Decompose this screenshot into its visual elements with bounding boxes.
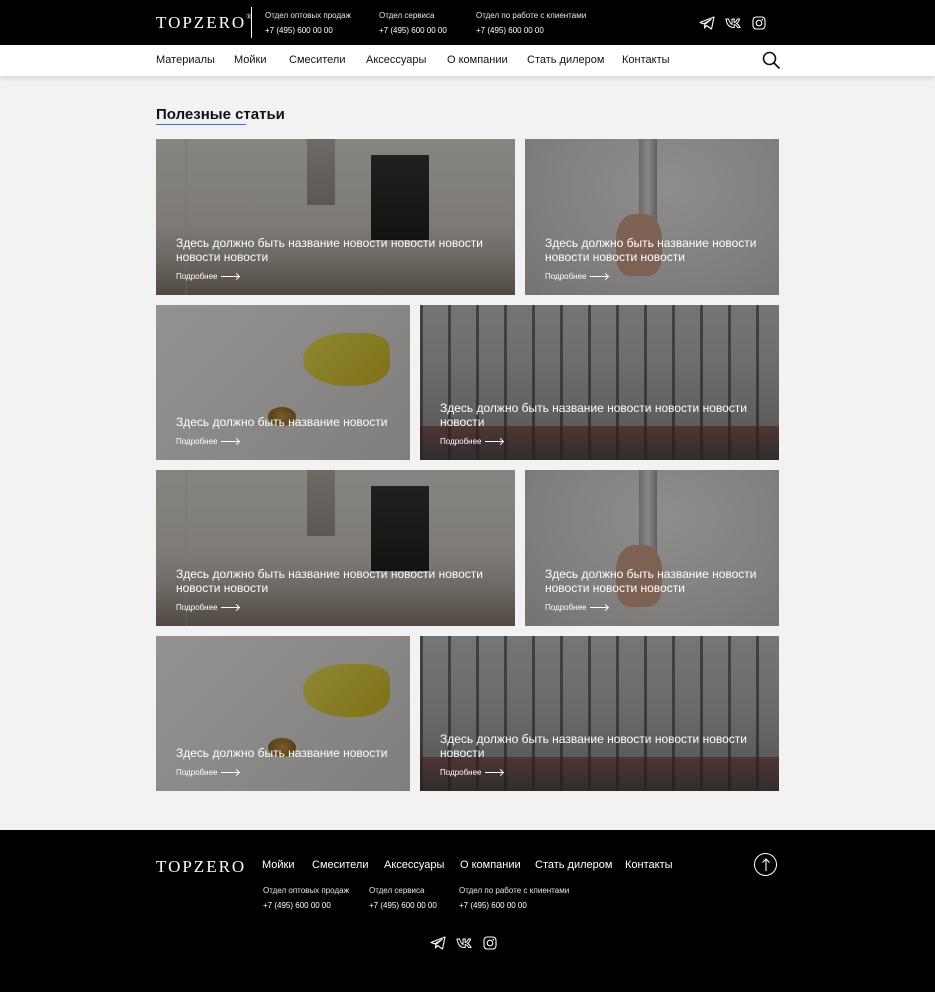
arrow-right-icon <box>220 276 239 278</box>
article-card[interactable]: Здесь должно быть название новости новос… <box>156 139 515 295</box>
footer-nav-sinks[interactable]: Мойки <box>262 859 295 871</box>
footer-contact-wholesale: Отдел оптовых продаж +7 (495) 600 00 00 <box>263 886 349 910</box>
instagram-icon[interactable] <box>482 935 498 951</box>
header-divider <box>251 7 252 38</box>
instagram-icon[interactable] <box>751 15 767 31</box>
contact-label: Отдел по работе с клиентами <box>459 886 570 895</box>
footer-nav-accessories[interactable]: Аксессуары <box>384 859 444 871</box>
title-underline <box>156 124 246 125</box>
footer-contact-service: Отдел сервиса +7 (495) 600 00 00 <box>369 886 437 910</box>
vk-icon[interactable] <box>456 935 472 951</box>
article-card[interactable]: Здесь должно быть название новости новос… <box>525 470 779 626</box>
article-title: Здесь должно быть название новости новос… <box>176 567 483 595</box>
nav-item-materials[interactable]: Материалы <box>156 54 215 66</box>
contact-label: Отдел оптовых продаж <box>265 11 351 20</box>
article-card[interactable]: Здесь должно быть название новости новос… <box>420 305 779 460</box>
arrow-right-icon <box>220 607 239 609</box>
contact-label: Отдел по работе с клиентами <box>476 11 587 20</box>
footer-logo[interactable]: TOPZERO <box>156 857 246 877</box>
contact-label: Отдел оптовых продаж <box>263 886 349 895</box>
article-title: Здесь должно быть название новости новос… <box>176 236 483 264</box>
contact-phone[interactable]: +7 (495) 600 00 00 <box>369 901 437 910</box>
read-more-link[interactable]: Подробнее <box>176 437 239 446</box>
article-title: Здесь должно быть название новости <box>176 746 388 760</box>
article-title: Здесь должно быть название новости <box>176 415 388 429</box>
header-social-links <box>699 15 767 31</box>
top-bar: TOPZERO® Отдел оптовых продаж +7 (495) 6… <box>0 0 935 45</box>
footer-social-links <box>430 935 498 951</box>
arrow-right-icon <box>589 276 608 278</box>
arrow-right-icon <box>589 607 608 609</box>
arrow-up-icon <box>762 858 770 871</box>
header-logo[interactable]: TOPZERO® <box>156 13 252 33</box>
nav-item-about[interactable]: О компании <box>447 54 508 66</box>
article-title: Здесь должно быть название новости новос… <box>440 732 747 760</box>
footer-nav-about[interactable]: О компании <box>460 859 521 871</box>
footer-nav-faucets[interactable]: Смесители <box>312 859 369 871</box>
arrow-right-icon <box>484 441 503 443</box>
footer: TOPZERO Мойки Смесители Аксессуары О ком… <box>0 830 935 992</box>
search-icon[interactable] <box>762 51 780 69</box>
read-more-link[interactable]: Подробнее <box>440 437 503 446</box>
footer-contact-clients: Отдел по работе с клиентами +7 (495) 600… <box>459 886 569 910</box>
nav-item-accessories[interactable]: Аксессуары <box>366 54 426 66</box>
article-title: Здесь должно быть название новости новос… <box>440 401 747 429</box>
read-more-link[interactable]: Подробнее <box>176 768 239 777</box>
nav-item-contacts[interactable]: Контакты <box>622 54 670 66</box>
page-title: Полезные статьи <box>156 106 285 123</box>
main-nav: Материалы Мойки Смесители Аксессуары О к… <box>0 45 935 76</box>
arrow-right-icon <box>220 772 239 774</box>
vk-icon[interactable] <box>725 15 741 31</box>
nav-item-sinks[interactable]: Мойки <box>234 54 267 66</box>
article-card[interactable]: Здесь должно быть название новости новос… <box>420 636 779 791</box>
contact-phone[interactable]: +7 (495) 600 00 00 <box>379 26 447 35</box>
article-title: Здесь должно быть название новости новос… <box>545 236 757 264</box>
telegram-icon[interactable] <box>699 15 715 31</box>
article-card[interactable]: Здесь должно быть название новости Подро… <box>156 305 410 460</box>
contact-wholesale: Отдел оптовых продаж +7 (495) 600 00 00 <box>265 11 351 35</box>
contact-phone[interactable]: +7 (495) 600 00 00 <box>459 901 569 910</box>
arrow-right-icon <box>484 772 503 774</box>
nav-item-become-dealer[interactable]: Стать дилером <box>527 54 604 66</box>
contact-clients: Отдел по работе с клиентами +7 (495) 600… <box>476 11 586 35</box>
nav-item-faucets[interactable]: Смесители <box>289 54 346 66</box>
contact-phone[interactable]: +7 (495) 600 00 00 <box>265 26 351 35</box>
read-more-link[interactable]: Подробнее <box>545 603 608 612</box>
read-more-link[interactable]: Подробнее <box>176 603 239 612</box>
article-card[interactable]: Здесь должно быть название новости Подро… <box>156 636 410 791</box>
footer-nav-contacts[interactable]: Контакты <box>625 859 673 871</box>
scroll-to-top-button[interactable] <box>754 853 777 876</box>
article-title: Здесь должно быть название новости новос… <box>545 567 757 595</box>
footer-nav-become-dealer[interactable]: Стать дилером <box>535 859 612 871</box>
read-more-link[interactable]: Подробнее <box>545 272 608 281</box>
article-card[interactable]: Здесь должно быть название новости новос… <box>156 470 515 626</box>
article-card[interactable]: Здесь должно быть название новости новос… <box>525 139 779 295</box>
read-more-link[interactable]: Подробнее <box>440 768 503 777</box>
contact-phone[interactable]: +7 (495) 600 00 00 <box>263 901 349 910</box>
arrow-right-icon <box>220 441 239 443</box>
contact-label: Отдел сервиса <box>369 886 425 895</box>
contact-service: Отдел сервиса +7 (495) 600 00 00 <box>379 11 447 35</box>
read-more-link[interactable]: Подробнее <box>176 272 239 281</box>
contact-phone[interactable]: +7 (495) 600 00 00 <box>476 26 586 35</box>
telegram-icon[interactable] <box>430 935 446 951</box>
contact-label: Отдел сервиса <box>379 11 435 20</box>
